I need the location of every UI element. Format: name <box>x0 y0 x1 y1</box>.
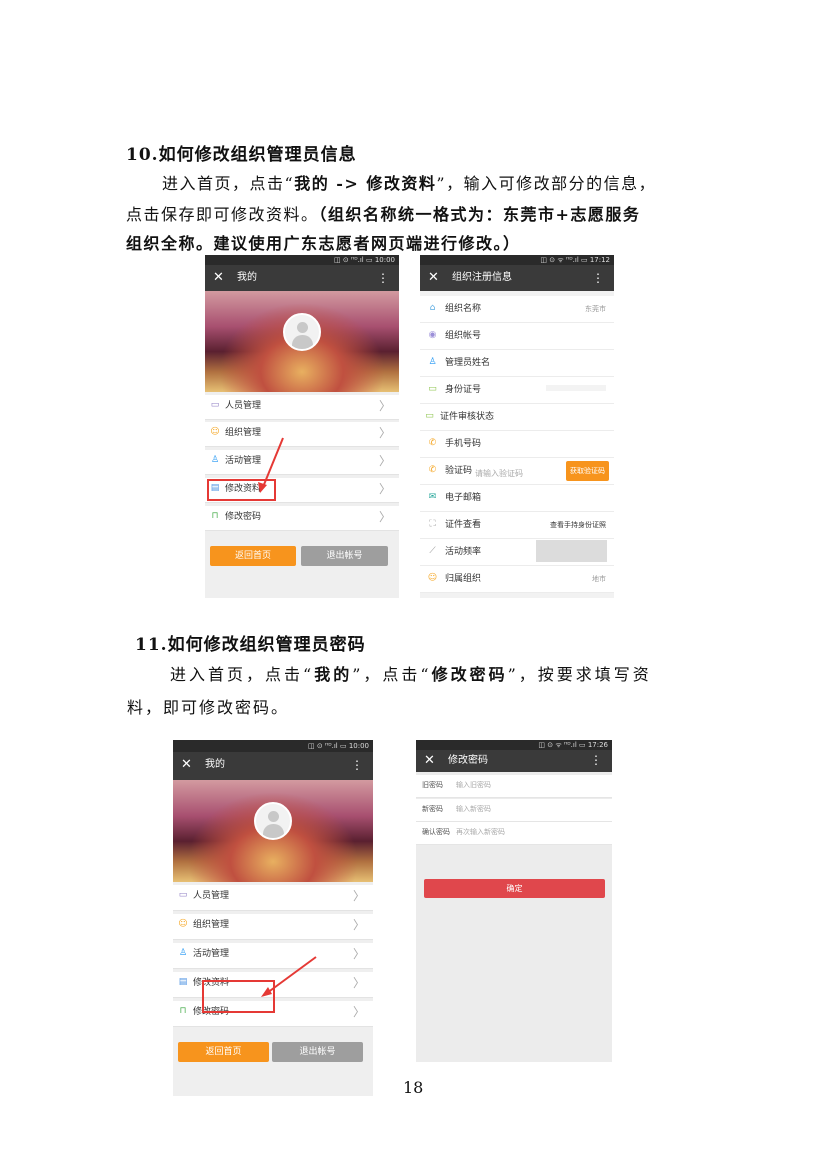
text: ”，点击“ <box>352 665 432 684</box>
old-password-row[interactable]: 旧密码 输入旧密码 <box>416 775 612 798</box>
field-label: 管理员姓名 <box>445 358 491 368</box>
field-verify-code[interactable]: ✆ 验证码 请输入验证码 获取验证码 <box>420 458 614 485</box>
screen-title: 组织注册信息 <box>452 272 512 283</box>
field-phone[interactable]: ✆ 手机号码 <box>420 431 614 458</box>
annotation-arrow <box>258 437 284 493</box>
eye-icon: ◉ <box>428 330 437 340</box>
scan-frame-icon: ⛶ <box>429 519 436 529</box>
phone-screenshot-change-password: ◫ ⊙ ᯤ ᴴᴰ.ıl ▭ 17:26 ✕ 修改密码 ⋮ 旧密码 输入旧密码 新密… <box>416 740 612 1062</box>
id-card-icon: ▭ <box>428 384 437 394</box>
old-password-input[interactable]: 输入旧密码 <box>456 780 491 791</box>
section-11-heading: 11.如何修改组织管理员密码 <box>135 635 366 655</box>
new-password-row[interactable]: 新密码 输入新密码 <box>416 799 612 822</box>
field-label: 新密码 <box>422 805 443 813</box>
app-bar: ✕ 修改密码 ⋮ <box>416 750 612 772</box>
text: 进入首页，点击“ <box>162 174 295 193</box>
field-documents[interactable]: ⛶ 证件查看 查看手持身份证照 <box>420 512 614 539</box>
text: ”，输入可修改部分的信息， <box>436 174 657 193</box>
field-label: 确认密码 <box>422 828 450 836</box>
more-menu-icon[interactable]: ⋮ <box>592 270 604 286</box>
bold-text: 我的 <box>314 665 353 684</box>
id-card-icon: ▭ <box>425 411 434 421</box>
field-label: 旧密码 <box>422 781 443 789</box>
field-label: 活动频率 <box>445 547 482 557</box>
field-activity-frequency[interactable]: ⟋ 活动频率 <box>420 539 614 566</box>
bold-text: 组织全称。建议使用广东志愿者网页端进行修改。） <box>126 234 521 253</box>
frequency-select[interactable] <box>536 540 607 562</box>
bold-text: （组织名称统一格式为：东莞市+志愿服务 <box>318 205 641 224</box>
more-menu-icon[interactable]: ⋮ <box>590 752 602 768</box>
get-code-button[interactable]: 获取验证码 <box>566 461 609 481</box>
text: ”，按要求填写资 <box>507 665 652 684</box>
mail-icon: ✉ <box>428 492 437 502</box>
phone-screenshot-org-info: ◫ ⊙ ᯤ ᴴᴰ.ıl ▭ 17:12 ✕ 组织注册信息 ⋮ ⌂ 组织名称 东莞市 … <box>420 255 614 598</box>
group-icon: ☺ <box>427 573 438 583</box>
status-bar: ◫ ⊙ ᯤ ᴴᴰ.ıl ▭ 17:12 <box>420 255 614 265</box>
field-parent-org[interactable]: ☺ 归属组织 地市 <box>420 566 614 593</box>
person-icon: ♙ <box>428 357 437 367</box>
phone-screenshot-me-2: ◫ ⊙ ᴴᴰ.ıl ▭ 10:00 ✕ 我的 ⋮ ▭ 人员管理〉 ☺ 组织管理〉 ♙… <box>173 740 373 1096</box>
field-label: 归属组织 <box>445 574 482 584</box>
app-bar: ✕ 组织注册信息 ⋮ <box>420 265 614 291</box>
close-icon[interactable]: ✕ <box>424 752 435 770</box>
phone-icon: ✆ <box>428 438 437 448</box>
graduation-cap-icon: ⌂ <box>429 303 436 313</box>
blurred-value <box>546 385 606 391</box>
field-label: 证件审核状态 <box>440 412 495 422</box>
field-value: 东莞市 <box>585 305 606 313</box>
field-org-account[interactable]: ◉ 组织帐号 <box>420 323 614 350</box>
field-label: 手机号码 <box>445 439 482 449</box>
status-bar: ◫ ⊙ ᯤ ᴴᴰ.ıl ▭ 17:26 <box>416 740 612 750</box>
verify-code-input[interactable]: 请输入验证码 <box>475 469 523 479</box>
field-value[interactable]: 查看手持身份证照 <box>550 520 606 530</box>
field-email[interactable]: ✉ 电子邮箱 <box>420 485 614 512</box>
phone-screenshot-me-1: ◫ ⊙ ᴴᴰ.ıl ▭ 10:00 ✕ 我的 ⋮ ▭ 人员管理〉 ☺ 组织管理〉 ♙… <box>205 255 399 598</box>
section-10-line1: 进入首页，点击“我的 -> 修改资料”，输入可修改部分的信息， <box>126 168 656 199</box>
section-11-line2: 料，即可修改密码。 <box>127 692 289 723</box>
field-label: 身份证号 <box>445 385 482 395</box>
phone-icon: ✆ <box>428 465 437 475</box>
field-org-name[interactable]: ⌂ 组织名称 东莞市 <box>420 296 614 323</box>
field-review-status[interactable]: ▭ 证件审核状态 <box>420 404 614 431</box>
field-admin-name[interactable]: ♙ 管理员姓名 <box>420 350 614 377</box>
new-password-input[interactable]: 输入新密码 <box>456 804 491 815</box>
field-label: 验证码 <box>445 466 473 476</box>
section-10-line2: 点击保存即可修改资料。（组织名称统一格式为：东莞市+志愿服务 <box>126 199 640 230</box>
field-label: 组织名称 <box>445 304 482 314</box>
field-id-number[interactable]: ▭ 身份证号 <box>420 377 614 404</box>
page-number: 18 <box>403 1078 424 1097</box>
field-label: 证件查看 <box>445 520 482 530</box>
bold-text: 修改密码 <box>431 665 508 684</box>
bold-text: 我的 -> 修改资料 <box>294 174 437 193</box>
confirm-password-row[interactable]: 确认密码 再次输入新密码 <box>416 822 612 845</box>
trend-chart-icon: ⟋ <box>429 546 436 556</box>
annotation-arrow <box>261 956 317 997</box>
text: 点击保存即可修改资料。 <box>126 205 319 224</box>
confirm-password-input[interactable]: 再次输入新密码 <box>456 827 505 838</box>
screen-title: 修改密码 <box>448 755 488 766</box>
close-icon[interactable]: ✕ <box>428 269 439 287</box>
field-label: 电子邮箱 <box>445 493 482 503</box>
field-label: 组织帐号 <box>445 331 482 341</box>
section-10-heading: 10.如何修改组织管理员信息 <box>126 145 357 165</box>
field-value: 地市 <box>592 575 606 583</box>
text: 料，即可修改密码。 <box>127 698 290 717</box>
section-11-line1: 进入首页，点击“我的”，点击“修改密码”，按要求填写资 <box>127 659 652 690</box>
text: 进入首页，点击“ <box>170 665 315 684</box>
confirm-button[interactable]: 确定 <box>424 879 605 898</box>
